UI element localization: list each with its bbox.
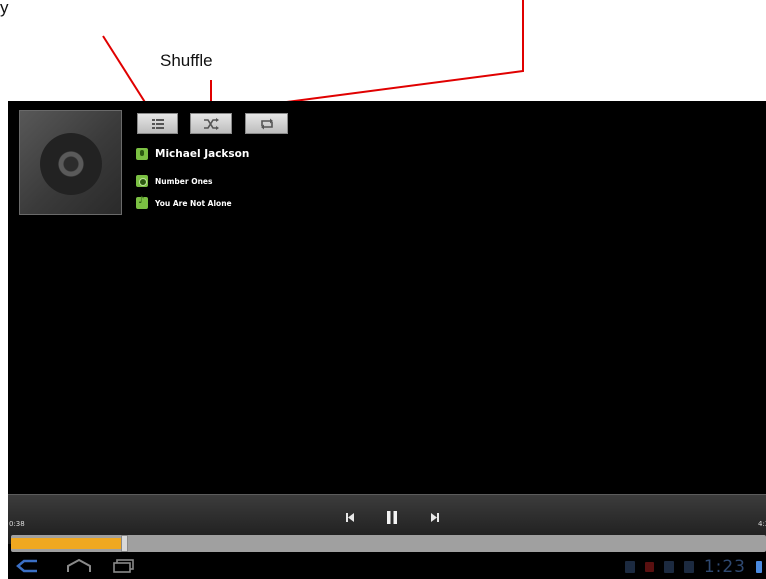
repeat-button[interactable] <box>245 113 288 134</box>
next-button[interactable] <box>429 509 441 525</box>
list-icon <box>151 118 164 129</box>
home-icon <box>67 559 91 572</box>
artist-icon <box>136 148 148 160</box>
pause-icon <box>387 510 397 524</box>
song-title: You Are Not Alone <box>155 198 232 208</box>
album-icon <box>136 175 148 187</box>
pause-button[interactable] <box>385 509 399 525</box>
music-player-screen: Michael Jackson Number Ones You Are Not … <box>8 101 766 579</box>
album-line: Number Ones <box>136 175 212 187</box>
system-bar: 1:23 <box>8 553 766 579</box>
total-time: 4:3 <box>758 520 766 528</box>
recent-apps-icon <box>113 559 134 573</box>
download-icon[interactable] <box>683 561 694 573</box>
repeat-icon <box>260 118 273 129</box>
annotation-arrow-repeat <box>278 0 524 104</box>
artist-line: Michael Jackson <box>136 148 249 160</box>
usb-icon[interactable] <box>663 561 674 573</box>
album-name: Number Ones <box>155 176 213 186</box>
next-icon <box>431 512 439 522</box>
previous-button[interactable] <box>344 509 356 525</box>
back-icon <box>16 559 37 573</box>
song-line: You Are Not Alone <box>136 195 232 209</box>
seek-bar[interactable] <box>11 535 766 552</box>
album-disc-icon <box>40 133 102 195</box>
seek-bar-progress <box>11 538 123 549</box>
home-button[interactable] <box>66 558 92 574</box>
status-clock[interactable]: 1:23 <box>704 557 746 577</box>
annotation-shuffle-label: Shuffle <box>160 51 213 70</box>
song-icon <box>136 195 148 209</box>
previous-icon <box>346 512 354 522</box>
status-tray: 1:23 <box>624 557 762 577</box>
back-button[interactable] <box>14 558 40 574</box>
recent-apps-button[interactable] <box>112 558 136 574</box>
annotation-partial-label: y <box>0 0 9 17</box>
artist-name: Michael Jackson <box>155 148 250 160</box>
shuffle-button[interactable] <box>190 113 232 134</box>
media-notification-icon[interactable] <box>624 561 635 573</box>
album-art[interactable] <box>19 110 122 215</box>
lock-icon[interactable] <box>644 562 654 572</box>
seek-bar-thumb[interactable] <box>121 535 128 552</box>
elapsed-time: 0:38 <box>9 520 25 528</box>
wifi-signal-icon[interactable] <box>756 561 762 573</box>
shuffle-icon <box>204 117 219 130</box>
queue-button[interactable] <box>137 113 178 134</box>
